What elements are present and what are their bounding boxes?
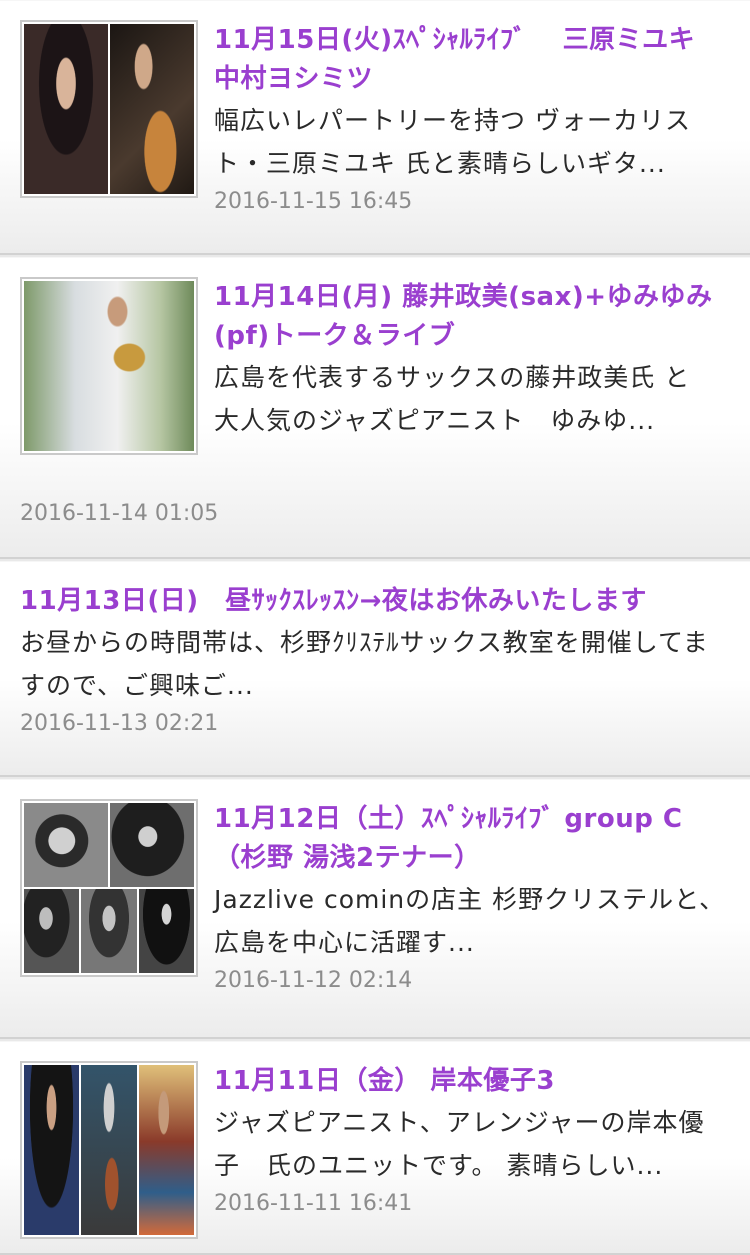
member-photo [24, 803, 108, 887]
post-date: 2016-11-14 01:05 [20, 501, 219, 526]
post-title[interactable]: 11月15日(火)ｽﾍﾟｼｬﾙﾗｲﾌﾞ 三原ミユキ 中村ヨシミツ [214, 21, 730, 99]
member-photo [24, 889, 80, 973]
post-thumbnail[interactable] [20, 277, 198, 455]
member-photo [109, 803, 194, 887]
post-date: 2016-11-11 16:41 [214, 1191, 413, 1216]
member-photo [138, 889, 194, 973]
post-list: 11月15日(火)ｽﾍﾟｼｬﾙﾗｲﾌﾞ 三原ミユキ 中村ヨシミツ 幅広いレパート… [0, 0, 750, 1255]
flutist-photo [138, 1065, 194, 1235]
post-excerpt: ジャズピアニスト、アレンジャーの岸本優子 氏のユニットです。 素晴らしい... [214, 1108, 705, 1180]
list-item[interactable]: 11月11日（金） 岸本優子3 ジャズピアニスト、アレンジャーの岸本優子 氏のユ… [0, 1041, 750, 1255]
list-item[interactable]: 11月12日（土）ｽﾍﾟｼｬﾙﾗｲﾌﾞ group C（杉野 湯浅2テナー） J… [0, 779, 750, 1039]
saxophonist-photo [24, 281, 194, 451]
guitarist-photo [110, 24, 194, 194]
member-photo [81, 889, 137, 973]
post-title[interactable]: 11月12日（土）ｽﾍﾟｼｬﾙﾗｲﾌﾞ group C（杉野 湯浅2テナー） [214, 800, 730, 878]
list-item[interactable]: 11月15日(火)ｽﾍﾟｼｬﾙﾗｲﾌﾞ 三原ミユキ 中村ヨシミツ 幅広いレパート… [0, 0, 750, 255]
post-date: 2016-11-13 02:21 [20, 711, 219, 736]
post-title[interactable]: 11月11日（金） 岸本優子3 [214, 1062, 730, 1101]
pianist-photo [24, 1065, 80, 1235]
post-date: 2016-11-15 16:45 [214, 189, 413, 214]
list-item[interactable]: 11月13日(日) 昼ｻｯｸｽﾚｯｽﾝ→夜はお休みいたします お昼からの時間帯は… [0, 561, 750, 777]
post-title[interactable]: 11月13日(日) 昼ｻｯｸｽﾚｯｽﾝ→夜はお休みいたします [20, 582, 730, 621]
post-title[interactable]: 11月14日(月) 藤井政美(sax)+ゆみゆみ(pf)トーク＆ライブ [214, 278, 730, 356]
post-thumbnail[interactable] [20, 799, 198, 977]
post-excerpt: 幅広いレパートリーを持つ ヴォーカリスト・三原ミユキ 氏と素晴らしいギタ... [214, 106, 691, 178]
post-excerpt: 広島を代表するサックスの藤井政美氏 と 大人気のジャズピアニスト ゆみゆ... [214, 363, 717, 435]
post-excerpt: お昼からの時間帯は、杉野ｸﾘｽﾃﾙサックス教室を開催してますので、ご興味ご... [20, 628, 709, 700]
post-thumbnail[interactable] [20, 1061, 198, 1239]
post-thumbnail[interactable] [20, 20, 198, 198]
singer-photo [24, 24, 108, 194]
guitarist-photo [81, 1065, 137, 1235]
list-item[interactable]: 11月14日(月) 藤井政美(sax)+ゆみゆみ(pf)トーク＆ライブ 広島を代… [0, 257, 750, 559]
post-excerpt: Jazzlive cominの店主 杉野クリステルと、広島を中心に活躍す... [214, 885, 726, 957]
post-date: 2016-11-12 02:14 [214, 968, 413, 993]
